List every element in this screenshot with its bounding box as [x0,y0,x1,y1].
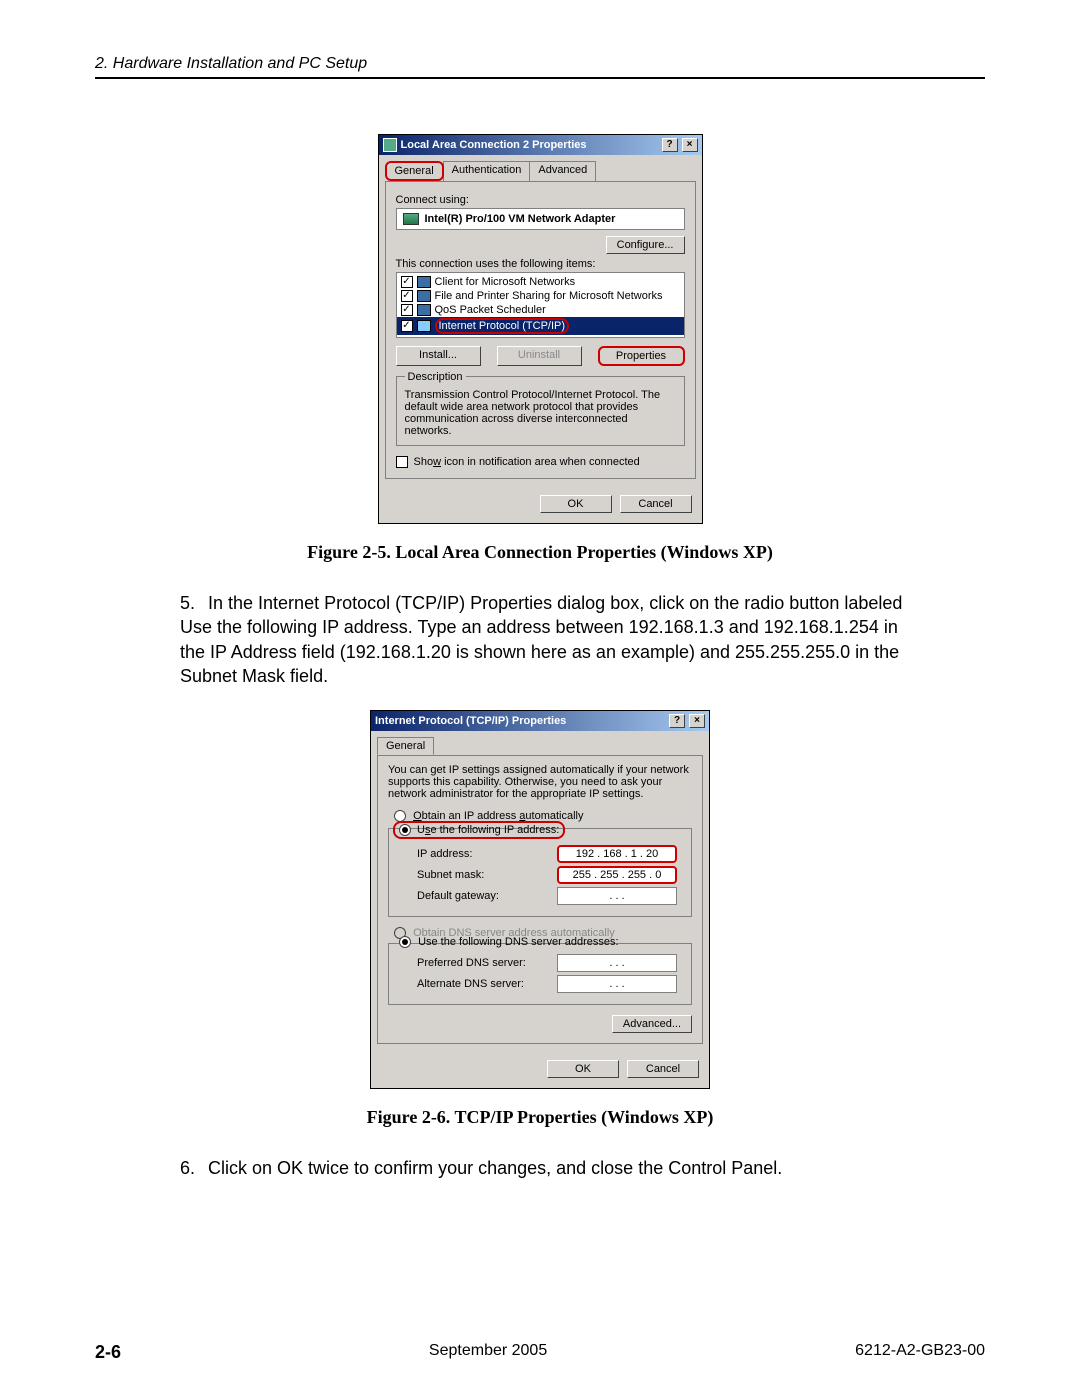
use-following-row[interactable]: Use the following IP address: [393,821,565,839]
intro-text: You can get IP settings assigned automat… [388,764,692,800]
close-button[interactable]: × [682,138,698,152]
use-dns-label: Use the following DNS server addresses: [418,936,619,948]
step-content: In the Internet Protocol (TCP/IP) Proper… [180,593,902,686]
tab-authentication[interactable]: Authentication [443,161,531,181]
cancel-button[interactable]: Cancel [620,495,692,513]
item-client[interactable]: Client for Microsoft Networks [397,275,684,289]
tab-general[interactable]: General [385,161,444,181]
tcpip-properties-dialog: Internet Protocol (TCP/IP) Properties ? … [370,710,710,1089]
ok-button[interactable]: OK [540,495,612,513]
network-icon [383,138,397,152]
preferred-dns-field[interactable]: . . . [557,954,677,972]
use-following-label: Use the following IP address: [417,824,559,836]
checkbox-icon[interactable] [396,456,408,468]
item-qos[interactable]: QoS Packet Scheduler [397,303,684,317]
figure-2-6-caption: Figure 2-6. TCP/IP Properties (Windows X… [95,1107,985,1128]
tab-strip: General [371,731,709,755]
item-tcpip[interactable]: Internet Protocol (TCP/IP) [397,317,684,335]
step-content: Click on OK twice to confirm your change… [208,1158,782,1178]
step-6-text: 6.Click on OK twice to confirm your chan… [180,1156,925,1180]
tab-strip: General Authentication Advanced [379,155,702,181]
default-gateway-label: Default gateway: [417,890,547,902]
footer-date: September 2005 [429,1342,547,1363]
header-rule [95,77,985,79]
show-icon-label: Show icon in notification area when conn… [414,456,640,468]
tab-panel-general: You can get IP settings assigned automat… [377,755,703,1044]
preferred-dns-label: Preferred DNS server: [417,957,547,969]
step-number: 5. [180,591,208,615]
client-icon [417,276,431,288]
figure-2-5-caption: Figure 2-5. Local Area Connection Proper… [95,542,985,563]
radio-icon[interactable] [399,936,411,948]
step-5-text: 5.In the Internet Protocol (TCP/IP) Prop… [180,591,925,688]
description-group: Description Transmission Control Protoco… [396,376,685,446]
step-number: 6. [180,1156,208,1180]
dialog-title: Internet Protocol (TCP/IP) Properties [375,715,665,727]
alternate-dns-label: Alternate DNS server: [417,978,547,990]
checkbox-icon[interactable] [401,276,413,288]
service-icon [417,304,431,316]
checkbox-icon[interactable] [401,320,413,332]
page-number: 2-6 [95,1342,121,1363]
section-header: 2. Hardware Installation and PC Setup [95,55,985,73]
adapter-field: Intel(R) Pro/100 VM Network Adapter [396,208,685,230]
service-icon [417,290,431,302]
ok-button[interactable]: OK [547,1060,619,1078]
close-button[interactable]: × [689,714,705,728]
item-label: QoS Packet Scheduler [435,304,546,316]
uninstall-button: Uninstall [497,346,582,366]
ip-address-label: IP address: [417,848,547,860]
show-icon-row[interactable]: Show icon in notification area when conn… [396,456,685,468]
subnet-mask-label: Subnet mask: [417,869,547,881]
install-button[interactable]: Install... [396,346,481,366]
radio-icon[interactable] [399,824,411,836]
dialog-title: Local Area Connection 2 Properties [401,139,658,151]
titlebar: Local Area Connection 2 Properties ? × [379,135,702,155]
tab-advanced[interactable]: Advanced [529,161,596,181]
ip-group: Use the following IP address: IP address… [388,828,692,917]
checkbox-icon[interactable] [401,304,413,316]
dialog-footer: OK Cancel [371,1050,709,1088]
item-file-printer[interactable]: File and Printer Sharing for Microsoft N… [397,289,684,303]
description-text: Transmission Control Protocol/Internet P… [405,389,676,437]
cancel-button[interactable]: Cancel [627,1060,699,1078]
ip-address-field[interactable]: 192 . 168 . 1 . 20 [557,845,677,863]
subnet-mask-field[interactable]: 255 . 255 . 255 . 0 [557,866,677,884]
tab-general[interactable]: General [377,737,434,755]
lac-properties-dialog: Local Area Connection 2 Properties ? × G… [378,134,703,524]
tab-panel-general: Connect using: Intel(R) Pro/100 VM Netwo… [385,181,696,479]
highlight-ring: Internet Protocol (TCP/IP) [435,318,570,334]
adapter-name: Intel(R) Pro/100 VM Network Adapter [425,213,616,225]
item-label: Client for Microsoft Networks [435,276,576,288]
configure-button[interactable]: Configure... [606,236,685,254]
titlebar: Internet Protocol (TCP/IP) Properties ? … [371,711,709,731]
dialog-footer: OK Cancel [379,485,702,523]
help-button[interactable]: ? [669,714,685,728]
item-label: Internet Protocol (TCP/IP) [439,320,566,332]
default-gateway-field[interactable]: . . . [557,887,677,905]
connect-using-label: Connect using: [396,194,685,206]
checkbox-icon[interactable] [401,290,413,302]
footer-doc-id: 6212-A2-GB23-00 [855,1342,985,1363]
page-footer: 2-6 September 2005 6212-A2-GB23-00 [95,1342,985,1363]
advanced-button[interactable]: Advanced... [612,1015,692,1033]
properties-button[interactable]: Properties [598,346,685,366]
item-label: File and Printer Sharing for Microsoft N… [435,290,663,302]
alternate-dns-field[interactable]: . . . [557,975,677,993]
items-label: This connection uses the following items… [396,258,685,270]
help-button[interactable]: ? [662,138,678,152]
items-list[interactable]: Client for Microsoft Networks File and P… [396,272,685,338]
adapter-icon [403,213,419,225]
description-label: Description [405,371,466,383]
dns-group: Use the following DNS server addresses: … [388,943,692,1005]
protocol-icon [417,320,431,332]
